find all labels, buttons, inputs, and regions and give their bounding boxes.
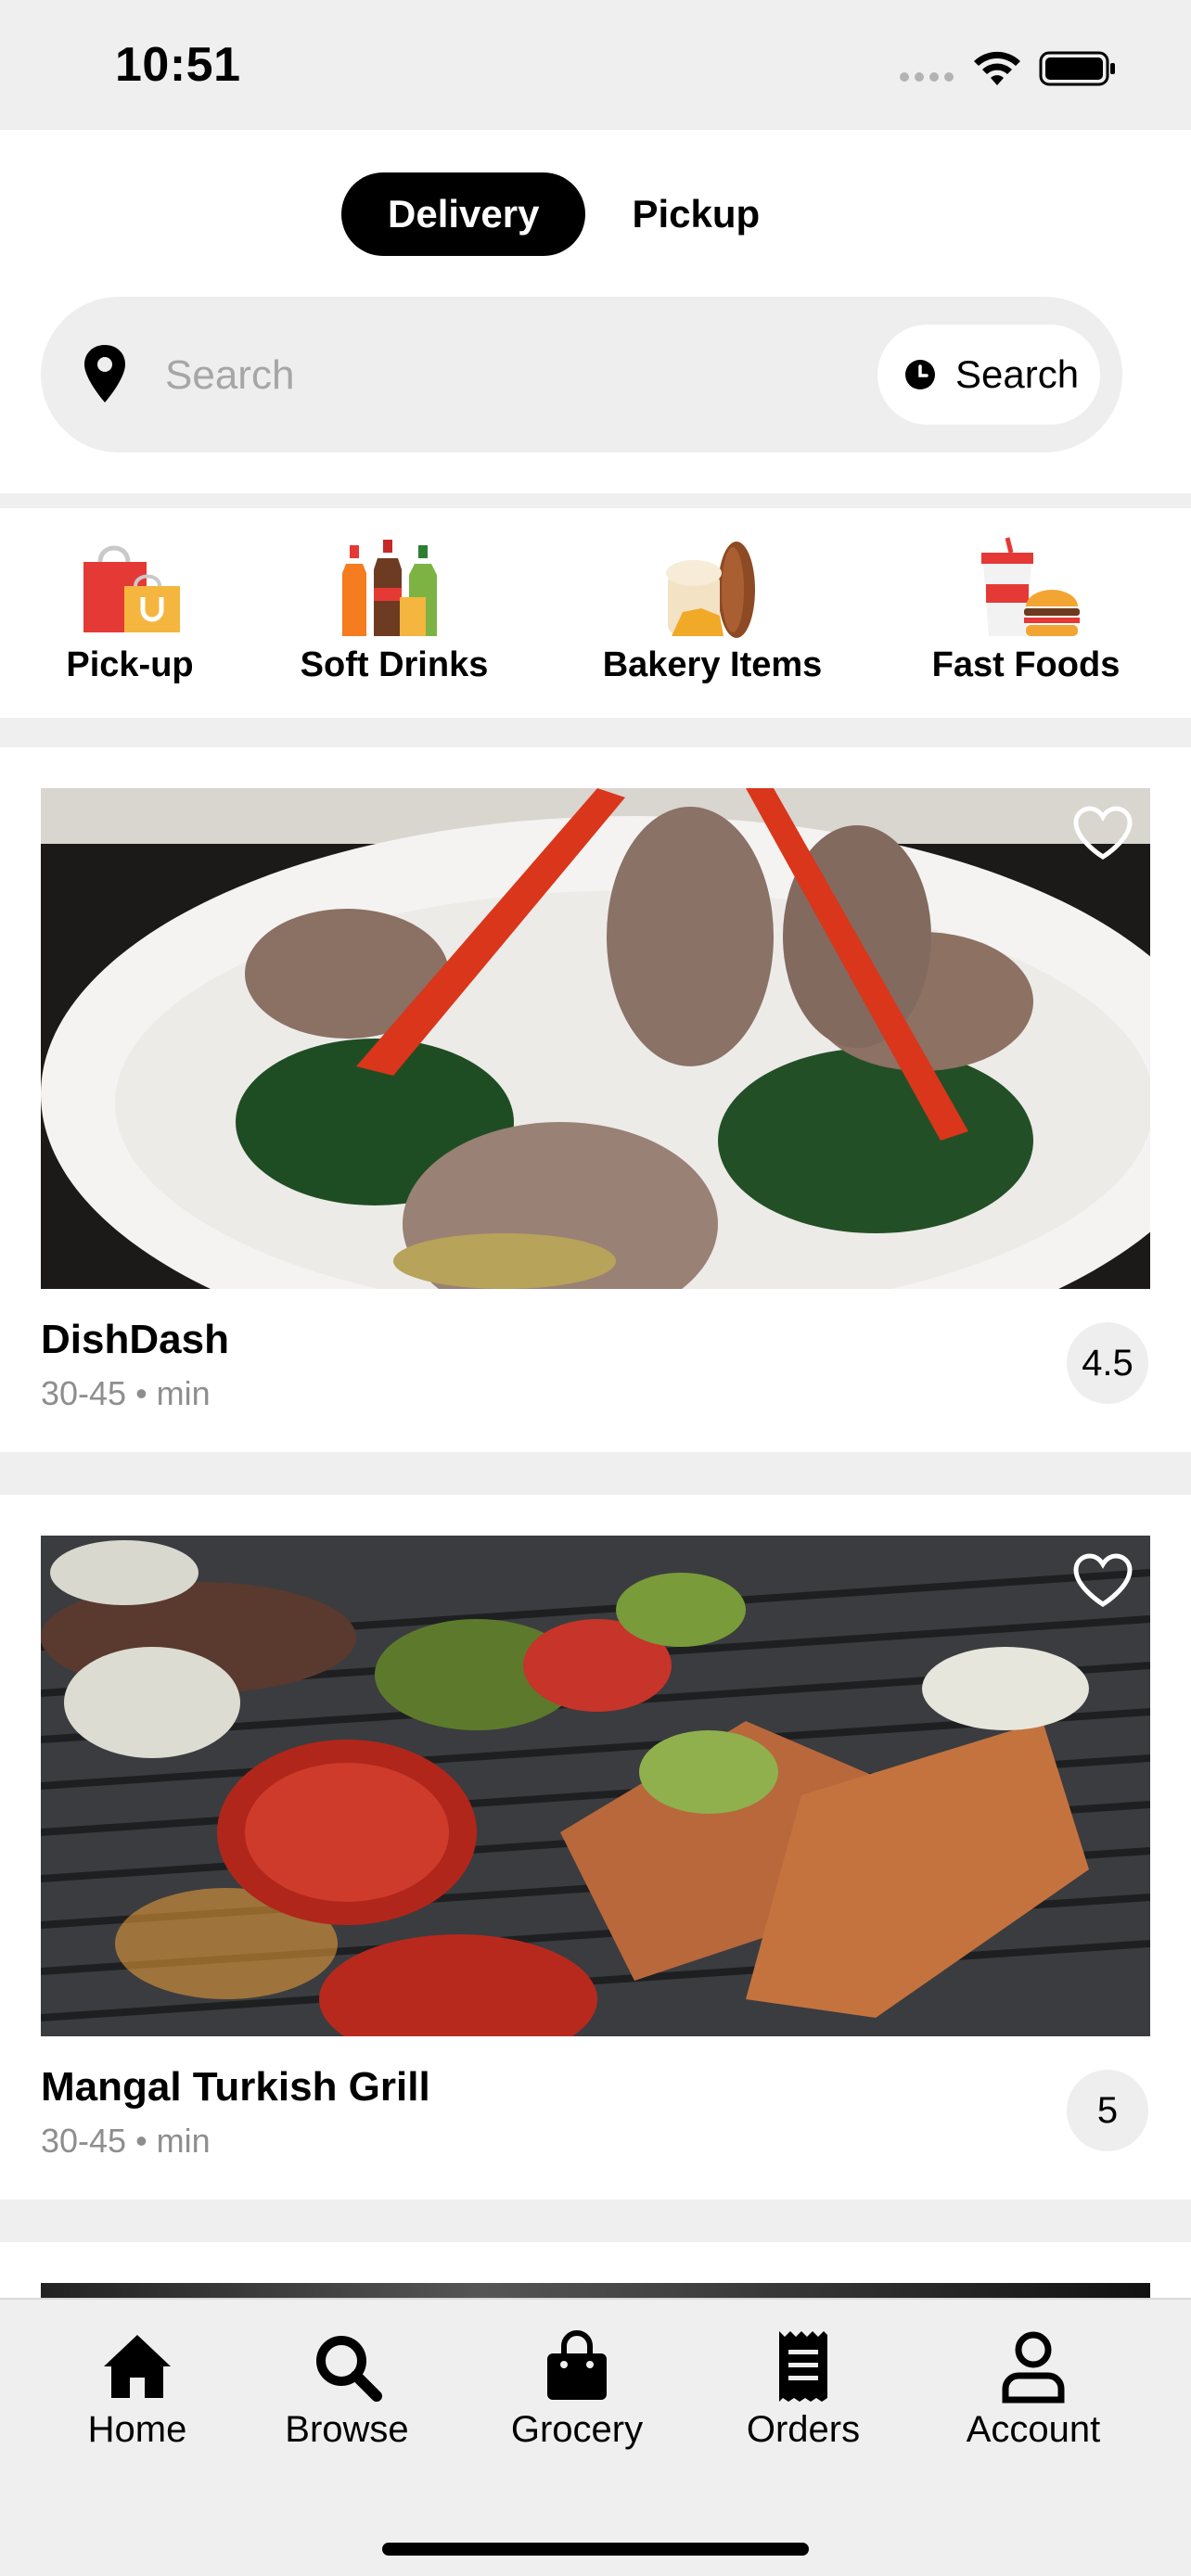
tab-browse[interactable]: Browse [254, 2329, 440, 2451]
battery-icon [1039, 51, 1115, 86]
tab-label: Home [87, 2409, 187, 2450]
category-label: Pick-up [66, 645, 194, 684]
rating-badge: 4.5 [1067, 1322, 1148, 1404]
delivery-time: 30-45 • min [41, 1374, 211, 1412]
category-soft-drinks[interactable]: Soft Drinks [280, 536, 508, 685]
food-photo-kebab-grill [41, 1536, 1150, 2036]
tab-label: Browse [285, 2409, 409, 2450]
tab-label: Account [966, 2409, 1101, 2450]
category-bakery-items[interactable]: Bakery Items [584, 536, 840, 685]
cellular-signal-icon [900, 72, 954, 82]
home-indicator[interactable] [382, 2543, 809, 2556]
restaurant-image[interactable] [41, 1536, 1150, 2036]
shopping-bag-icon [547, 2330, 607, 2400]
category-label: Soft Drinks [300, 645, 489, 684]
search-button-label: Search [955, 352, 1080, 396]
restaurant-name[interactable]: Mangal Turkish Grill [41, 2064, 430, 2111]
tab-orders[interactable]: Orders [711, 2329, 896, 2451]
receipt-icon [779, 2331, 827, 2402]
tab-grocery[interactable]: Grocery [484, 2329, 670, 2451]
search-icon [316, 2336, 382, 2402]
category-fast-foods[interactable]: Fast Foods [915, 536, 1137, 685]
category-label: Bakery Items [602, 645, 823, 684]
restaurant-name[interactable]: DishDash [41, 1317, 229, 1363]
search-button[interactable]: Search [877, 325, 1100, 425]
category-row: Pick-up Soft Drinks Bakery Items Fast Fo… [0, 508, 1191, 718]
wifi-icon [974, 51, 1020, 85]
location-pin-icon[interactable] [82, 343, 128, 404]
favorite-heart-icon[interactable] [1072, 805, 1133, 861]
bread-icon [666, 542, 755, 638]
person-icon [1002, 2331, 1065, 2404]
clock-icon [905, 360, 935, 389]
restaurant-card[interactable]: DishDash 30-45 • min 4.5 [0, 747, 1191, 1452]
search-bar[interactable]: Search Search [41, 297, 1122, 453]
status-time: 10:51 [115, 38, 241, 92]
home-icon [104, 2335, 171, 2398]
soda-bottles-icon [342, 540, 437, 636]
tab-home[interactable]: Home [45, 2329, 230, 2451]
tab-label: Orders [746, 2409, 861, 2450]
app-screen: 10:51 Delivery Pickup Search Search Pick… [0, 0, 1191, 2576]
pickup-tab[interactable]: Pickup [585, 172, 806, 256]
food-photo-grilled-lamb [41, 788, 1150, 1289]
delivery-time: 30-45 • min [41, 2122, 211, 2160]
category-label: Fast Foods [931, 645, 1121, 684]
shopping-bags-icon [83, 545, 180, 632]
tab-account[interactable]: Account [941, 2329, 1126, 2451]
favorite-heart-icon[interactable] [1072, 1552, 1133, 1608]
tab-label: Grocery [510, 2409, 644, 2450]
burger-drink-icon [981, 537, 1080, 636]
restaurant-card[interactable]: Mangal Turkish Grill 30-45 • min 5 [0, 1495, 1191, 2200]
tab-bar: Home Browse Grocery Orders Account [0, 2298, 1191, 2576]
search-input[interactable]: Search [165, 352, 294, 399]
header: Delivery Pickup Search Search [0, 130, 1191, 493]
delivery-mode-toggle: Delivery Pickup [341, 172, 806, 256]
rating-badge: 5 [1067, 2070, 1148, 2151]
status-bar: 10:51 [0, 0, 1191, 130]
delivery-tab[interactable]: Delivery [341, 172, 586, 256]
category-pick-up[interactable]: Pick-up [54, 536, 206, 685]
restaurant-image[interactable] [41, 788, 1150, 1289]
